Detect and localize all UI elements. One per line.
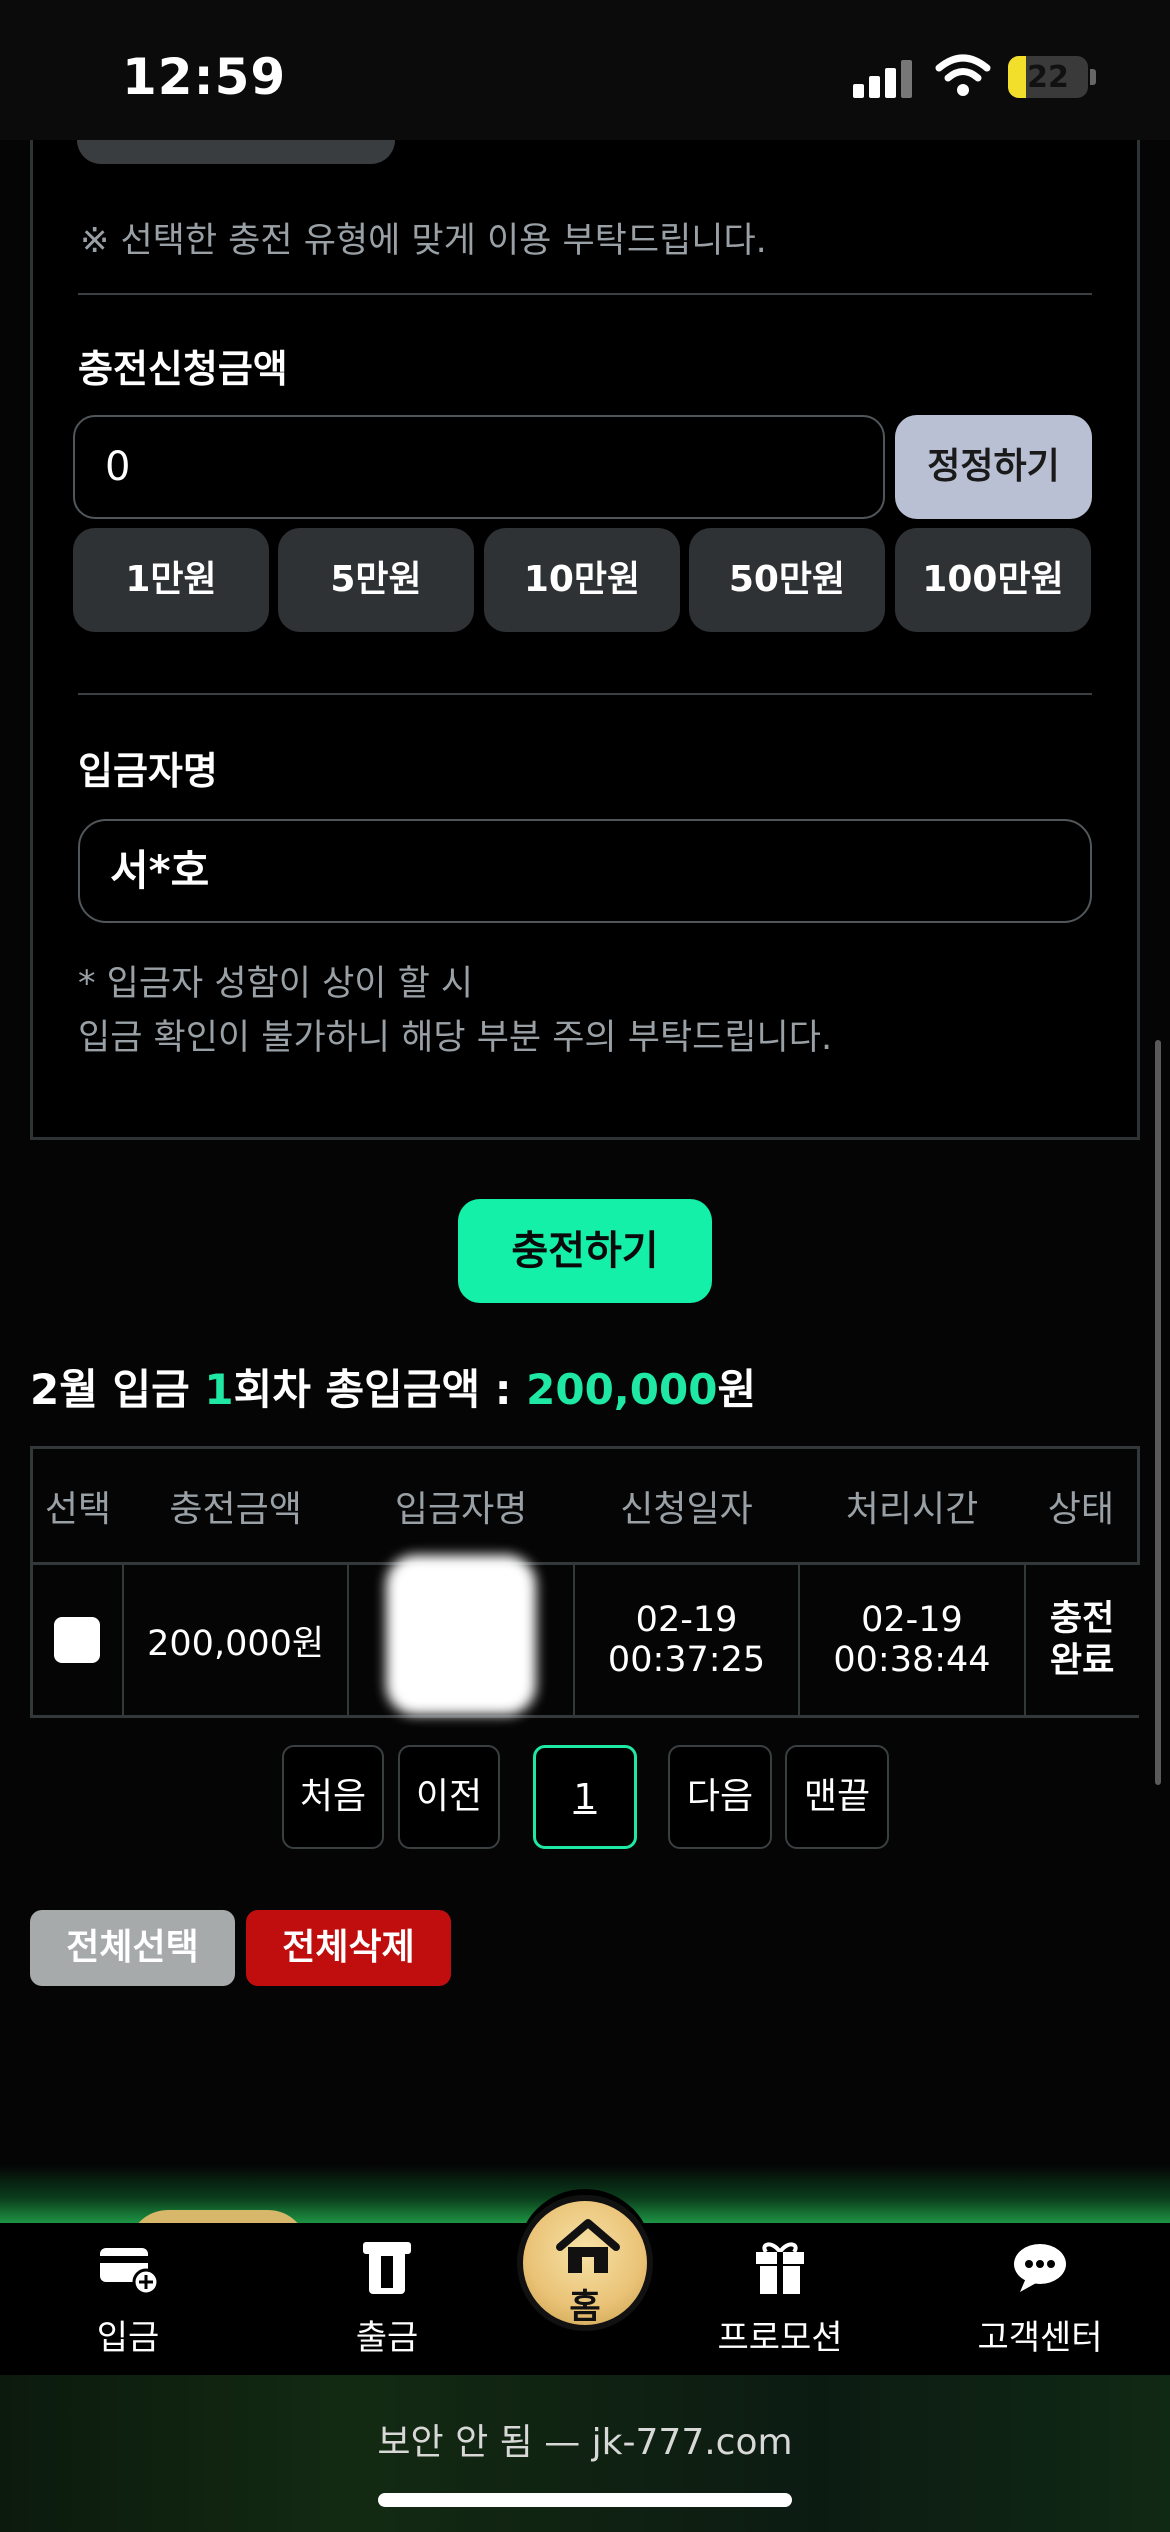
- quick-amount-500k-button[interactable]: 50만원: [689, 528, 885, 632]
- status-bar: 12:59 22: [0, 0, 1170, 140]
- home-indicator[interactable]: [378, 2493, 792, 2507]
- redaction-mask: [386, 1555, 537, 1715]
- deposit-history-table: 선택 충전금액 입금자명 신청일자 처리시간 상태 200,000원 호 02-…: [29, 1446, 1140, 1718]
- page-first-button[interactable]: 처음: [282, 1745, 384, 1849]
- battery-icon: 22: [1008, 56, 1088, 98]
- monthly-deposit-summary: 2월 입금 1회차 총입금액 : 200,000원: [30, 1356, 756, 1417]
- divider: [78, 693, 1092, 695]
- select-all-button[interactable]: 전체선택: [30, 1910, 235, 1986]
- table-header-row: 선택 충전금액 입금자명 신청일자 처리시간 상태: [29, 1446, 1140, 1565]
- row-status-line1: 충전: [1049, 1599, 1115, 1639]
- row-status-line2: 완료: [1049, 1641, 1115, 1681]
- col-depositor: 입금자명: [348, 1446, 574, 1565]
- nav-withdraw[interactable]: 출금: [287, 2240, 487, 2359]
- wallet-add-icon: [100, 2248, 160, 2296]
- nav-promotion[interactable]: 프로모션: [680, 2240, 880, 2359]
- url-text[interactable]: 보안 안 됨 — jk-777.com: [0, 2413, 1170, 2465]
- battery-percent: 22: [1027, 60, 1069, 95]
- scrollbar[interactable]: [1155, 1040, 1161, 1785]
- withdraw-card-icon: [363, 2242, 411, 2294]
- row-processed-time: 00:38:44: [833, 1640, 991, 1680]
- nav-withdraw-label: 출금: [355, 2318, 419, 2358]
- amount-input[interactable]: [73, 415, 885, 519]
- delete-all-button[interactable]: 전체삭제: [246, 1910, 451, 1986]
- col-status: 상태: [1024, 1446, 1140, 1565]
- quick-amount-1m-button[interactable]: 100만원: [895, 528, 1091, 632]
- nav-deposit-label: 입금: [96, 2318, 160, 2358]
- nav-home-label: 홈: [569, 2287, 601, 2327]
- wifi-icon: [935, 54, 991, 96]
- page-next-button[interactable]: 다음: [668, 1745, 772, 1849]
- summary-suffix: 원: [717, 1365, 757, 1414]
- charge-type-notice: ※ 선택한 충전 유형에 맞게 이용 부탁드립니다.: [80, 221, 767, 261]
- depositor-name-field[interactable]: 서*호: [78, 819, 1092, 923]
- page-last-button[interactable]: 맨끝: [785, 1745, 889, 1849]
- depositor-warning-line1: * 입금자 성함이 상이 할 시: [78, 964, 474, 1004]
- row-processed-date: 02-19: [861, 1600, 963, 1640]
- page-prev-button[interactable]: 이전: [398, 1745, 500, 1849]
- row-processed-cell: 02-19 00:38:44: [799, 1563, 1026, 1718]
- gift-icon: [756, 2242, 804, 2294]
- summary-count: 1: [204, 1365, 234, 1414]
- table-row: 200,000원 호 02-19 00:37:25 02-19 00:38:44…: [29, 1555, 1139, 1718]
- amount-label: 충전신청금액: [78, 347, 288, 391]
- col-amount: 충전금액: [122, 1446, 349, 1565]
- row-depositor-cell: 호: [348, 1555, 575, 1718]
- home-icon: [556, 2219, 620, 2273]
- nav-support[interactable]: 고객센터: [940, 2240, 1140, 2359]
- battery-tip: [1090, 69, 1096, 85]
- row-status-cell: 충전 완료: [1024, 1563, 1139, 1718]
- nav-support-label: 고객센터: [977, 2318, 1103, 2358]
- col-select: 선택: [29, 1446, 123, 1565]
- nav-promotion-label: 프로모션: [717, 2318, 843, 2358]
- divider: [78, 293, 1092, 295]
- summary-total: 200,000: [526, 1365, 718, 1414]
- nav-deposit[interactable]: 입금: [28, 2240, 228, 2359]
- correct-button[interactable]: 정정하기: [895, 415, 1092, 519]
- summary-prefix: 2월 입금: [30, 1365, 205, 1414]
- row-checkbox[interactable]: [54, 1617, 101, 1663]
- row-select-cell: [29, 1563, 124, 1718]
- charge-button[interactable]: 충전하기: [458, 1199, 712, 1303]
- status-time: 12:59: [122, 48, 287, 106]
- page-current-button[interactable]: 1: [533, 1745, 637, 1849]
- depositor-warning-line2: 입금 확인이 불가하니 해당 부분 주의 부탁드립니다.: [78, 1018, 833, 1058]
- row-request-time: 00:37:25: [607, 1640, 766, 1680]
- depositor-label: 입금자명: [78, 749, 218, 793]
- col-request-date: 신청일자: [573, 1446, 800, 1565]
- row-request-date: 02-19: [635, 1600, 738, 1640]
- quick-amount-10k-button[interactable]: 1만원: [73, 528, 269, 632]
- quick-amount-50k-button[interactable]: 5만원: [278, 528, 474, 632]
- col-processed-time: 처리시간: [799, 1446, 1025, 1565]
- charge-type-tab[interactable]: [77, 140, 395, 164]
- chat-icon: [1014, 2244, 1066, 2292]
- row-amount: 200,000원: [122, 1563, 350, 1718]
- cellular-signal-icon: [853, 58, 913, 98]
- row-request-date-cell: 02-19 00:37:25: [573, 1563, 801, 1718]
- nav-home[interactable]: 홈: [517, 2195, 653, 2331]
- quick-amount-100k-button[interactable]: 10만원: [484, 528, 680, 632]
- summary-middle: 회차 총입금액 :: [233, 1365, 527, 1414]
